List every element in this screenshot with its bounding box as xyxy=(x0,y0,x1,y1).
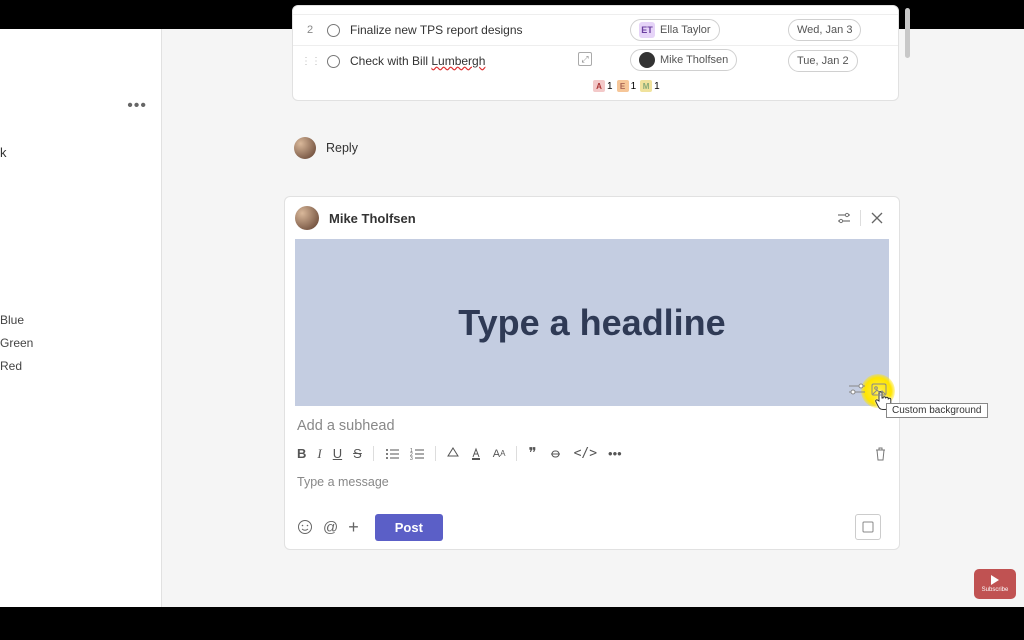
format-toolbar: B I U S 123 AA ❞ </> ••• xyxy=(285,436,899,471)
assignee-name: Mike Tholfsen xyxy=(660,54,728,66)
assignee-chip[interactable]: Mike Tholfsen xyxy=(630,49,737,71)
more-format-icon[interactable]: ••• xyxy=(608,446,622,461)
font-color-button[interactable] xyxy=(470,447,482,460)
font-size-button[interactable]: AA xyxy=(493,448,506,460)
badge-count: 1 xyxy=(631,81,637,92)
composer-header: Mike Tholfsen xyxy=(285,197,899,239)
assignee-name: Ella Taylor xyxy=(660,24,711,36)
emoji-icon[interactable] xyxy=(297,519,313,535)
bullet-list-button[interactable] xyxy=(385,448,399,460)
separator xyxy=(860,210,861,226)
badge-letter: E xyxy=(617,80,629,92)
quote-button[interactable]: ❞ xyxy=(528,444,536,463)
table-row[interactable]: 2 Finalize new TPS report designs ET Ell… xyxy=(293,14,898,45)
mini-badge[interactable]: M1 xyxy=(640,80,660,92)
date-chip[interactable]: Wed, Jan 3 xyxy=(788,19,861,41)
separator xyxy=(373,446,374,461)
sidebar-title-frag: k xyxy=(0,145,7,160)
task-card: 2 Finalize new TPS report designs ET Ell… xyxy=(292,5,899,101)
separator xyxy=(435,446,436,461)
headline-placeholder: Type a headline xyxy=(458,302,725,344)
color-list: Blue Green Red xyxy=(0,309,33,378)
drag-handle-icon[interactable]: ⋮⋮ xyxy=(301,56,321,67)
attach-square-icon[interactable] xyxy=(855,514,881,540)
scrollbar-thumb[interactable] xyxy=(905,8,910,58)
row-index: 2 xyxy=(293,24,327,36)
tooltip: Custom background xyxy=(886,403,988,418)
badge-count: 1 xyxy=(654,81,660,92)
badges-row: A1 E1 M1 xyxy=(293,76,898,100)
mini-badge[interactable]: A1 xyxy=(593,80,613,92)
avatar-icon xyxy=(295,206,319,230)
task-text[interactable]: Finalize new TPS report designs xyxy=(350,23,630,37)
announcement-composer: Mike Tholfsen Type a headline Add a subh… xyxy=(284,196,900,550)
underline-button[interactable]: U xyxy=(333,446,342,461)
color-scheme-icon[interactable] xyxy=(847,383,867,397)
post-button[interactable]: Post xyxy=(375,514,443,541)
color-item[interactable]: Red xyxy=(0,355,33,378)
link-button[interactable] xyxy=(548,449,563,459)
avatar-icon xyxy=(639,52,655,68)
mention-icon[interactable]: @ xyxy=(323,519,338,536)
checkbox-circle-icon[interactable] xyxy=(327,24,340,37)
color-item[interactable]: Green xyxy=(0,332,33,355)
play-icon xyxy=(991,575,999,585)
expand-icon[interactable]: ⤢ xyxy=(578,52,592,66)
add-icon[interactable]: + xyxy=(348,517,359,538)
badge-letter: M xyxy=(640,80,652,92)
more-icon[interactable]: ••• xyxy=(127,97,147,115)
mini-badge[interactable]: E1 xyxy=(617,80,637,92)
badge-count: 1 xyxy=(607,81,613,92)
bold-button[interactable]: B xyxy=(297,446,306,461)
number-list-button[interactable]: 123 xyxy=(410,448,424,460)
date-chip[interactable]: Tue, Jan 2 xyxy=(788,50,858,72)
subscribe-label: Subscribe xyxy=(982,587,1009,593)
code-button[interactable]: </> xyxy=(574,446,597,461)
color-item[interactable]: Blue xyxy=(0,309,33,332)
author-name: Mike Tholfsen xyxy=(329,211,832,226)
headline-banner[interactable]: Type a headline xyxy=(295,239,889,406)
avatar-icon xyxy=(294,137,316,159)
task-text-prefix: Check with Bill xyxy=(350,54,431,68)
options-icon[interactable] xyxy=(832,206,856,230)
reply-label: Reply xyxy=(326,141,358,155)
italic-button[interactable]: I xyxy=(317,446,321,462)
separator xyxy=(516,446,517,461)
svg-text:3: 3 xyxy=(410,456,413,460)
reply-row[interactable]: Reply xyxy=(294,137,358,159)
avatar-initials-icon: ET xyxy=(639,22,655,38)
subhead-input[interactable]: Add a subhead xyxy=(285,406,899,436)
assignee-chip[interactable]: ET Ella Taylor xyxy=(630,19,720,41)
image-upload-icon[interactable] xyxy=(871,383,887,397)
badge-letter: A xyxy=(593,80,605,92)
task-text-spellflag: Lumbergh xyxy=(431,54,485,68)
checkbox-circle-icon[interactable] xyxy=(327,55,340,68)
delete-icon[interactable] xyxy=(874,447,887,461)
strike-button[interactable]: S xyxy=(353,446,362,461)
sidebar: ••• k Blue Green Red xyxy=(0,29,162,607)
close-icon[interactable] xyxy=(865,206,889,230)
main-area: 2 Finalize new TPS report designs ET Ell… xyxy=(162,29,1024,607)
highlight-button[interactable] xyxy=(447,447,459,460)
table-row[interactable]: ⋮⋮ Check with Bill Lumbergh ⤢ Mike Tholf… xyxy=(293,45,898,76)
youtube-subscribe-overlay[interactable]: Subscribe xyxy=(974,569,1016,599)
composer-footer: @ + Post xyxy=(285,505,899,549)
